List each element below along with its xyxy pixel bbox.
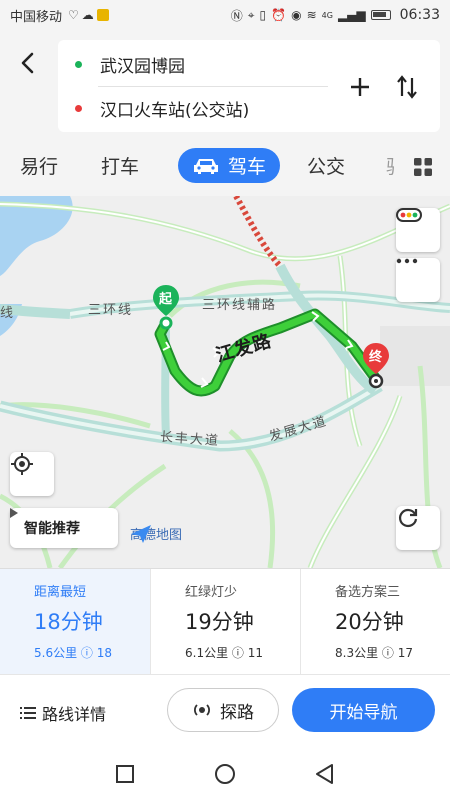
- locate-button[interactable]: [10, 452, 54, 496]
- start-navigation-button[interactable]: 开始导航: [292, 688, 435, 732]
- action-bar: 路线详情 探路 开始导航: [0, 674, 450, 748]
- amap-logo: 高德地图: [130, 524, 182, 543]
- plan-title: 红绿灯少: [185, 585, 238, 600]
- traffic-light-count-icon: ⓘ: [80, 646, 93, 660]
- plan-option-1[interactable]: 距离最短 18分钟 5.6公里 ⓘ 18: [0, 569, 150, 675]
- sim-card-icon: [96, 9, 109, 21]
- swap-route-button[interactable]: [392, 72, 422, 102]
- plan-time: 18分钟: [34, 610, 103, 634]
- destination-text: 汉口火车站(公交站): [100, 100, 250, 121]
- plan-title: 备选方案三: [335, 585, 401, 600]
- grid-menu-icon[interactable]: [414, 158, 432, 176]
- origin-text: 武汉园博园: [100, 56, 185, 77]
- plan-meta: 6.1公里 ⓘ 11: [185, 644, 300, 661]
- traffic-light-count-icon: ⓘ: [381, 646, 394, 660]
- eye-icon: ◉: [291, 8, 302, 22]
- plan-lights: 18: [96, 646, 113, 660]
- road-label-ring-edge: 线: [0, 306, 16, 321]
- transport-tabs: 易行 打车 驾车 公交 骑: [0, 140, 450, 194]
- origin-dot-icon: [75, 60, 82, 68]
- tab-drive[interactable]: 驾车: [178, 148, 281, 183]
- tab-drive-label: 驾车: [228, 156, 267, 178]
- back-button[interactable]: [14, 48, 40, 78]
- caret-right-icon: [10, 508, 18, 518]
- list-icon: [20, 707, 36, 719]
- plus-icon: [351, 78, 369, 96]
- smart-recommend-button[interactable]: 智能推荐: [10, 508, 118, 548]
- destination-dot-icon: [75, 104, 82, 112]
- status-bar: 中国移动 ♡ ☁ Ⓝ ⌖ ▯ ⏰ ◉ ≋ 4G ▂▄▆ 06:33: [0, 0, 450, 30]
- more-options-button[interactable]: [396, 258, 440, 302]
- route-detail-label: 路线详情: [42, 705, 107, 724]
- route-detail-button[interactable]: 路线详情: [20, 701, 106, 725]
- refresh-icon: [398, 508, 418, 528]
- road-label-ring: 三环线: [88, 303, 134, 318]
- nfc-icon: Ⓝ: [230, 8, 243, 23]
- signal-label: 4G: [321, 10, 333, 20]
- status-right-icons: Ⓝ ⌖ ▯ ⏰ ◉ ≋ 4G ▂▄▆ 06:33: [231, 7, 440, 24]
- broadcast-icon: [194, 704, 210, 716]
- probe-route-label: 探路: [220, 702, 254, 723]
- plan-time: 19分钟: [185, 610, 254, 634]
- refresh-button[interactable]: [396, 506, 440, 550]
- locate-icon: [11, 453, 33, 475]
- clock: 06:33: [399, 7, 440, 23]
- signal-icon: ▂▄▆: [337, 8, 366, 22]
- origin-field[interactable]: 武汉园博园: [58, 42, 328, 86]
- swap-icon: [397, 75, 417, 99]
- plan-meta: 8.3公里 ⓘ 17: [335, 644, 450, 661]
- plan-meta: 5.6公里 ⓘ 18: [34, 644, 150, 661]
- destination-field[interactable]: 汉口火车站(公交站): [58, 86, 328, 130]
- cloud-icon: ☁: [81, 8, 94, 22]
- car-icon: [194, 158, 218, 174]
- tab-bus[interactable]: 公交: [307, 152, 345, 179]
- recent-apps-icon[interactable]: [113, 762, 137, 786]
- plan-title: 距离最短: [34, 585, 87, 600]
- road-label-ring-aux: 三环线辅路: [202, 298, 278, 313]
- system-navigation-bar: [0, 748, 450, 800]
- tab-easy-go[interactable]: 易行: [20, 152, 58, 179]
- map-block: [380, 326, 450, 386]
- home-icon[interactable]: [213, 762, 237, 786]
- status-left-icons: ♡ ☁: [68, 8, 109, 22]
- add-waypoint-button[interactable]: [345, 72, 375, 102]
- route-plans: 距离最短 18分钟 5.6公里 ⓘ 18 红绿灯少 19分钟 6.1公里 ⓘ 1…: [0, 568, 450, 675]
- probe-route-button[interactable]: 探路: [167, 688, 279, 732]
- wifi-icon: ≋: [306, 8, 317, 22]
- plan-lights: 17: [397, 646, 414, 660]
- traffic-light-icon: [396, 208, 422, 222]
- battery-icon: [370, 10, 391, 20]
- plan-time: 20分钟: [335, 610, 404, 634]
- traffic-toggle-button[interactable]: [396, 208, 440, 252]
- end-marker-label: 终: [369, 350, 383, 365]
- back-nav-icon[interactable]: [313, 762, 337, 786]
- location-icon: ⌖: [247, 7, 255, 22]
- traffic-light-count-icon: ⓘ: [231, 646, 244, 660]
- plan-option-2[interactable]: 红绿灯少 19分钟 6.1公里 ⓘ 11: [150, 569, 300, 675]
- road-label-changfeng: 长丰大道: [159, 429, 221, 450]
- carrier-name: 中国移动: [10, 9, 63, 25]
- heart-rate-icon: ♡: [68, 8, 79, 22]
- vibrate-icon: ▯: [259, 8, 267, 22]
- back-arrow-icon: [21, 52, 34, 74]
- alarm-icon: ⏰: [271, 8, 287, 22]
- route-input-box: 武汉园博园 汉口火车站(公交站): [58, 40, 440, 132]
- plan-lights: 11: [247, 646, 264, 660]
- plan-distance: 6.1公里: [185, 646, 229, 660]
- plan-distance: 8.3公里: [335, 646, 379, 660]
- tab-taxi[interactable]: 打车: [101, 152, 139, 179]
- start-marker-label: 起: [159, 292, 173, 307]
- route-map[interactable]: 三环线 线 三环线辅路 江发路 长丰大道 发展大道 起 终 智能推荐 高德地图: [0, 196, 450, 568]
- plan-distance: 5.6公里: [34, 646, 78, 660]
- tab-ride[interactable]: 骑: [386, 152, 394, 179]
- amap-logo-icon: [131, 525, 151, 543]
- plan-option-3[interactable]: 备选方案三 20分钟 8.3公里 ⓘ 17: [300, 569, 450, 675]
- more-dots-icon: [396, 258, 418, 264]
- route-header: 武汉园博园 汉口火车站(公交站): [0, 30, 450, 138]
- smart-recommend-label: 智能推荐: [24, 521, 80, 537]
